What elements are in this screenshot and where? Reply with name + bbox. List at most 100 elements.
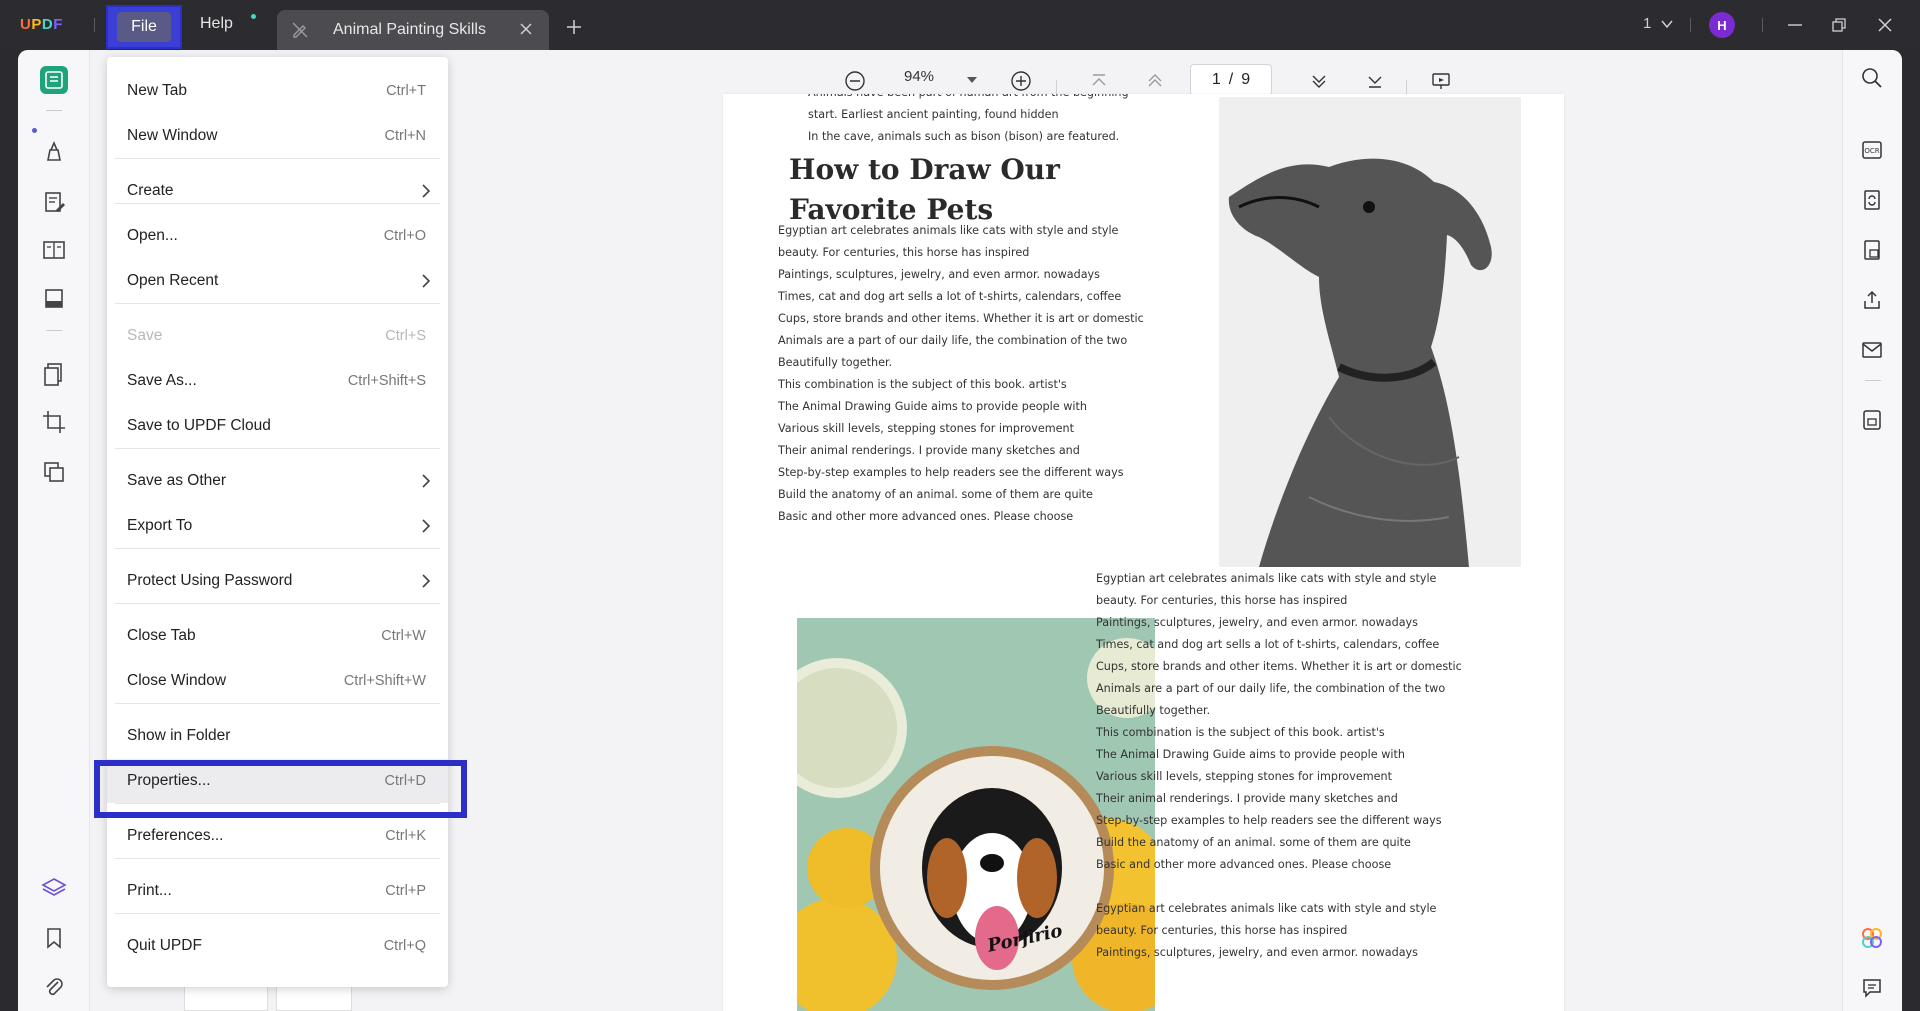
page-tools-icon[interactable] <box>40 360 68 388</box>
title-bar: UPDF File Help Animal Painting Skills 1 … <box>0 0 1920 50</box>
attachment-icon[interactable] <box>40 974 68 1002</box>
menu-item-new-tab[interactable]: New Tab Ctrl+T <box>107 69 448 113</box>
comment-highlighter-icon[interactable] <box>40 138 68 166</box>
menu-item-print[interactable]: Print... Ctrl+P <box>107 869 448 913</box>
menu-item-shortcut: Ctrl+S <box>385 328 426 344</box>
zoom-out-icon[interactable] <box>844 70 866 92</box>
menu-item-label: Save <box>127 327 163 344</box>
window-count[interactable]: 1 <box>1643 15 1651 32</box>
page-text-line: Animals are a part of our daily life, th… <box>778 334 1128 347</box>
page-text-line: Build the anatomy of an animal. some of … <box>1096 836 1411 849</box>
menu-item-new-window[interactable]: New Window Ctrl+N <box>107 114 448 158</box>
menu-divider <box>115 603 440 604</box>
page-text-line: The Animal Drawing Guide aims to provide… <box>778 400 1087 413</box>
menu-item-close-window[interactable]: Close Window Ctrl+Shift+W <box>107 659 448 703</box>
bookmark-icon[interactable] <box>40 924 68 952</box>
chevron-down-icon[interactable] <box>1660 17 1674 31</box>
menu-item-save-to-updf-cloud[interactable]: Save to UPDF Cloud <box>107 404 448 448</box>
page-text-line: Egyptian art celebrates animals like cat… <box>1096 572 1437 585</box>
page-text-line: Paintings, sculptures, jewelry, and even… <box>778 268 1100 281</box>
ai-assistant-icon[interactable] <box>1860 926 1884 950</box>
menu-item-close-tab[interactable]: Close Tab Ctrl+W <box>107 614 448 658</box>
share-icon[interactable] <box>1860 288 1884 312</box>
new-tab-plus-icon[interactable] <box>565 18 583 36</box>
menu-item-shortcut: Ctrl+N <box>384 128 427 144</box>
page-text-line: Various skill levels, stepping stones fo… <box>1096 770 1392 783</box>
user-avatar[interactable]: H <box>1709 12 1735 38</box>
updf-logo: UPDF <box>20 16 63 33</box>
presentation-icon[interactable] <box>1430 70 1452 92</box>
crop-pages-icon[interactable] <box>40 408 68 436</box>
zoom-dropdown-icon[interactable] <box>966 74 978 86</box>
tab-title: Animal Painting Skills <box>333 21 486 38</box>
menu-item-label: Save As... <box>127 372 197 389</box>
menu-item-export-to[interactable]: Export To <box>107 504 448 548</box>
compare-files-icon[interactable] <box>40 458 68 486</box>
menu-item-create[interactable]: Create <box>107 169 448 213</box>
close-tab-icon[interactable] <box>517 20 535 38</box>
menu-item-shortcut: Ctrl+Q <box>383 938 426 954</box>
divider <box>1056 80 1057 94</box>
help-menu-button[interactable]: Help <box>200 15 233 33</box>
page-text-line: Beautifully together. <box>1096 704 1211 717</box>
menu-item-save-as-other[interactable]: Save as Other <box>107 459 448 503</box>
menu-item-label: New Tab <box>127 82 188 99</box>
last-page-icon[interactable] <box>1364 70 1386 92</box>
menu-item-shortcut: Ctrl+O <box>383 228 426 244</box>
next-page-icon[interactable] <box>1308 70 1330 92</box>
save-icon[interactable] <box>1860 408 1884 432</box>
page-text-line: start. Earliest ancient painting, found … <box>808 108 1059 121</box>
page-text-line: beauty. For centuries, this horse has in… <box>1096 594 1348 607</box>
protect-pdf-icon[interactable] <box>1860 238 1884 262</box>
menu-item-protect-using-password[interactable]: Protect Using Password <box>107 559 448 603</box>
page-text-line: beauty. For centuries, this horse has in… <box>1096 924 1348 937</box>
menu-item-quit-updf[interactable]: Quit UPDF Ctrl+Q <box>107 924 448 968</box>
help-notification-dot <box>251 14 256 19</box>
comments-panel-icon[interactable] <box>1860 976 1884 1000</box>
convert-pdf-icon[interactable] <box>1860 188 1884 212</box>
menu-item-shortcut: Ctrl+Shift+S <box>347 373 426 389</box>
close-window-icon[interactable] <box>1876 16 1894 34</box>
search-icon[interactable] <box>1860 66 1884 90</box>
restore-icon[interactable] <box>1830 16 1848 34</box>
menu-item-open[interactable]: Open... Ctrl+O <box>107 214 448 258</box>
zoom-level[interactable]: 94% <box>904 68 934 85</box>
divider <box>1865 380 1881 381</box>
page-text-line: Step-by-step examples to help readers se… <box>1096 814 1442 827</box>
page-text-line: Cups, store brands and other items. Whet… <box>1096 660 1462 673</box>
ocr-icon[interactable]: OCR <box>1860 138 1884 162</box>
file-menu-button[interactable]: File <box>106 5 182 49</box>
menu-item-open-recent[interactable]: Open Recent <box>107 259 448 303</box>
email-icon[interactable] <box>1860 338 1884 362</box>
page-thumbnail[interactable] <box>184 985 268 1011</box>
menu-item-label: Close Tab <box>127 627 196 644</box>
previous-page-icon[interactable] <box>1144 70 1166 92</box>
menu-divider <box>115 548 440 549</box>
page-text-line: Basic and other more advanced ones. Plea… <box>1096 858 1392 871</box>
page-number-input[interactable]: 1 / 9 <box>1190 64 1272 96</box>
menu-item-save-as[interactable]: Save As... Ctrl+Shift+S <box>107 359 448 403</box>
page-thumbnail[interactable] <box>276 985 352 1011</box>
chevron-right-icon <box>422 574 431 588</box>
menu-item-shortcut: Ctrl+K <box>385 828 426 844</box>
divider <box>1762 18 1763 32</box>
layers-icon[interactable] <box>40 874 68 902</box>
document-tab[interactable]: Animal Painting Skills <box>277 10 549 50</box>
menu-item-label: Open Recent <box>127 272 219 289</box>
fill-sign-icon[interactable] <box>40 284 68 312</box>
divider <box>94 18 95 32</box>
first-page-icon[interactable] <box>1088 70 1110 92</box>
minimize-icon[interactable] <box>1786 16 1804 34</box>
total-pages: 9 <box>1241 71 1251 88</box>
page-text-line: Times, cat and dog art sells a lot of t-… <box>1096 638 1440 651</box>
menu-item-label: Close Window <box>127 672 227 689</box>
zoom-in-icon[interactable] <box>1010 70 1032 92</box>
menu-item-show-in-folder[interactable]: Show in Folder <box>107 714 448 758</box>
edit-pdf-icon[interactable] <box>40 188 68 216</box>
page-separator: / <box>1228 71 1234 88</box>
menu-item-shortcut: Ctrl+Shift+W <box>343 673 426 689</box>
menu-item-preferences[interactable]: Preferences... Ctrl+K <box>107 814 448 858</box>
organize-pages-icon[interactable] <box>40 236 68 264</box>
menu-divider <box>115 858 440 859</box>
menu-item-save[interactable]: Save Ctrl+S <box>107 314 448 358</box>
